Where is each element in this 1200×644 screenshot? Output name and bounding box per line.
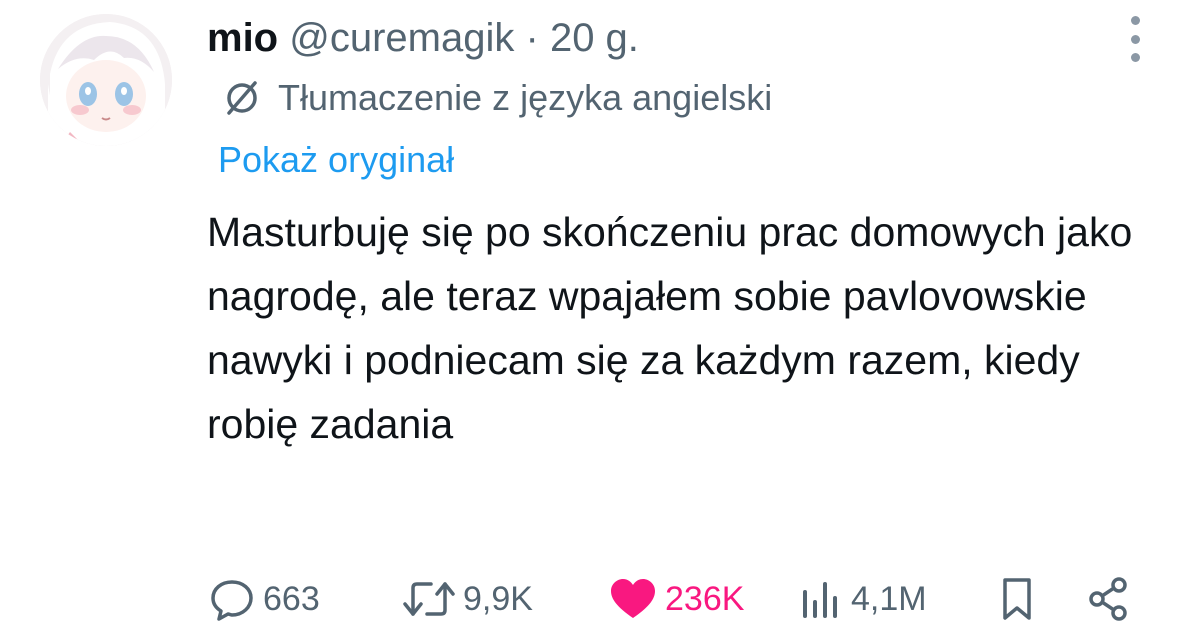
share-button[interactable]	[1085, 572, 1133, 626]
retweet-count: 9,9K	[463, 579, 533, 618]
author-handle[interactable]: @curemagik	[289, 16, 514, 60]
separator: ·	[525, 16, 539, 60]
tweet-header: mio @curemagik · 20 g.	[207, 14, 639, 62]
share-icon	[1089, 577, 1127, 621]
views-count: 4,1M	[851, 579, 927, 618]
reply-count: 663	[263, 579, 320, 618]
retweet-button[interactable]: 9,9K	[401, 572, 533, 626]
show-original-link[interactable]: Pokaż oryginał	[218, 138, 454, 182]
timestamp[interactable]: 20 g.	[550, 16, 639, 60]
like-count: 236K	[665, 579, 745, 618]
reply-button[interactable]: 663	[207, 572, 320, 626]
avatar-image	[40, 14, 172, 146]
translation-notice: Tłumaczenie z języka angielski	[222, 76, 772, 120]
retweet-icon	[403, 582, 455, 616]
avatar[interactable]	[40, 14, 172, 146]
author-name[interactable]: mio	[207, 16, 278, 60]
translate-icon	[227, 81, 257, 115]
views-icon	[803, 582, 837, 618]
tweet-text: Masturbuję się po skończeniu prac domowy…	[207, 209, 1133, 447]
reply-icon	[211, 580, 253, 621]
like-icon	[611, 579, 655, 618]
action-bar: 663 9,9K 236K 4,1M	[205, 572, 1165, 626]
like-button[interactable]: 236K	[607, 572, 744, 626]
more-dot	[1130, 34, 1140, 44]
translation-label: Tłumaczenie z języka angielski	[278, 77, 773, 118]
more-dot	[1130, 16, 1140, 25]
more-dot	[1130, 53, 1140, 62]
views-button[interactable]: 4,1M	[797, 572, 927, 626]
bookmark-button[interactable]	[997, 572, 1037, 626]
more-icon[interactable]	[1122, 16, 1148, 62]
bookmark-icon	[1003, 578, 1031, 620]
